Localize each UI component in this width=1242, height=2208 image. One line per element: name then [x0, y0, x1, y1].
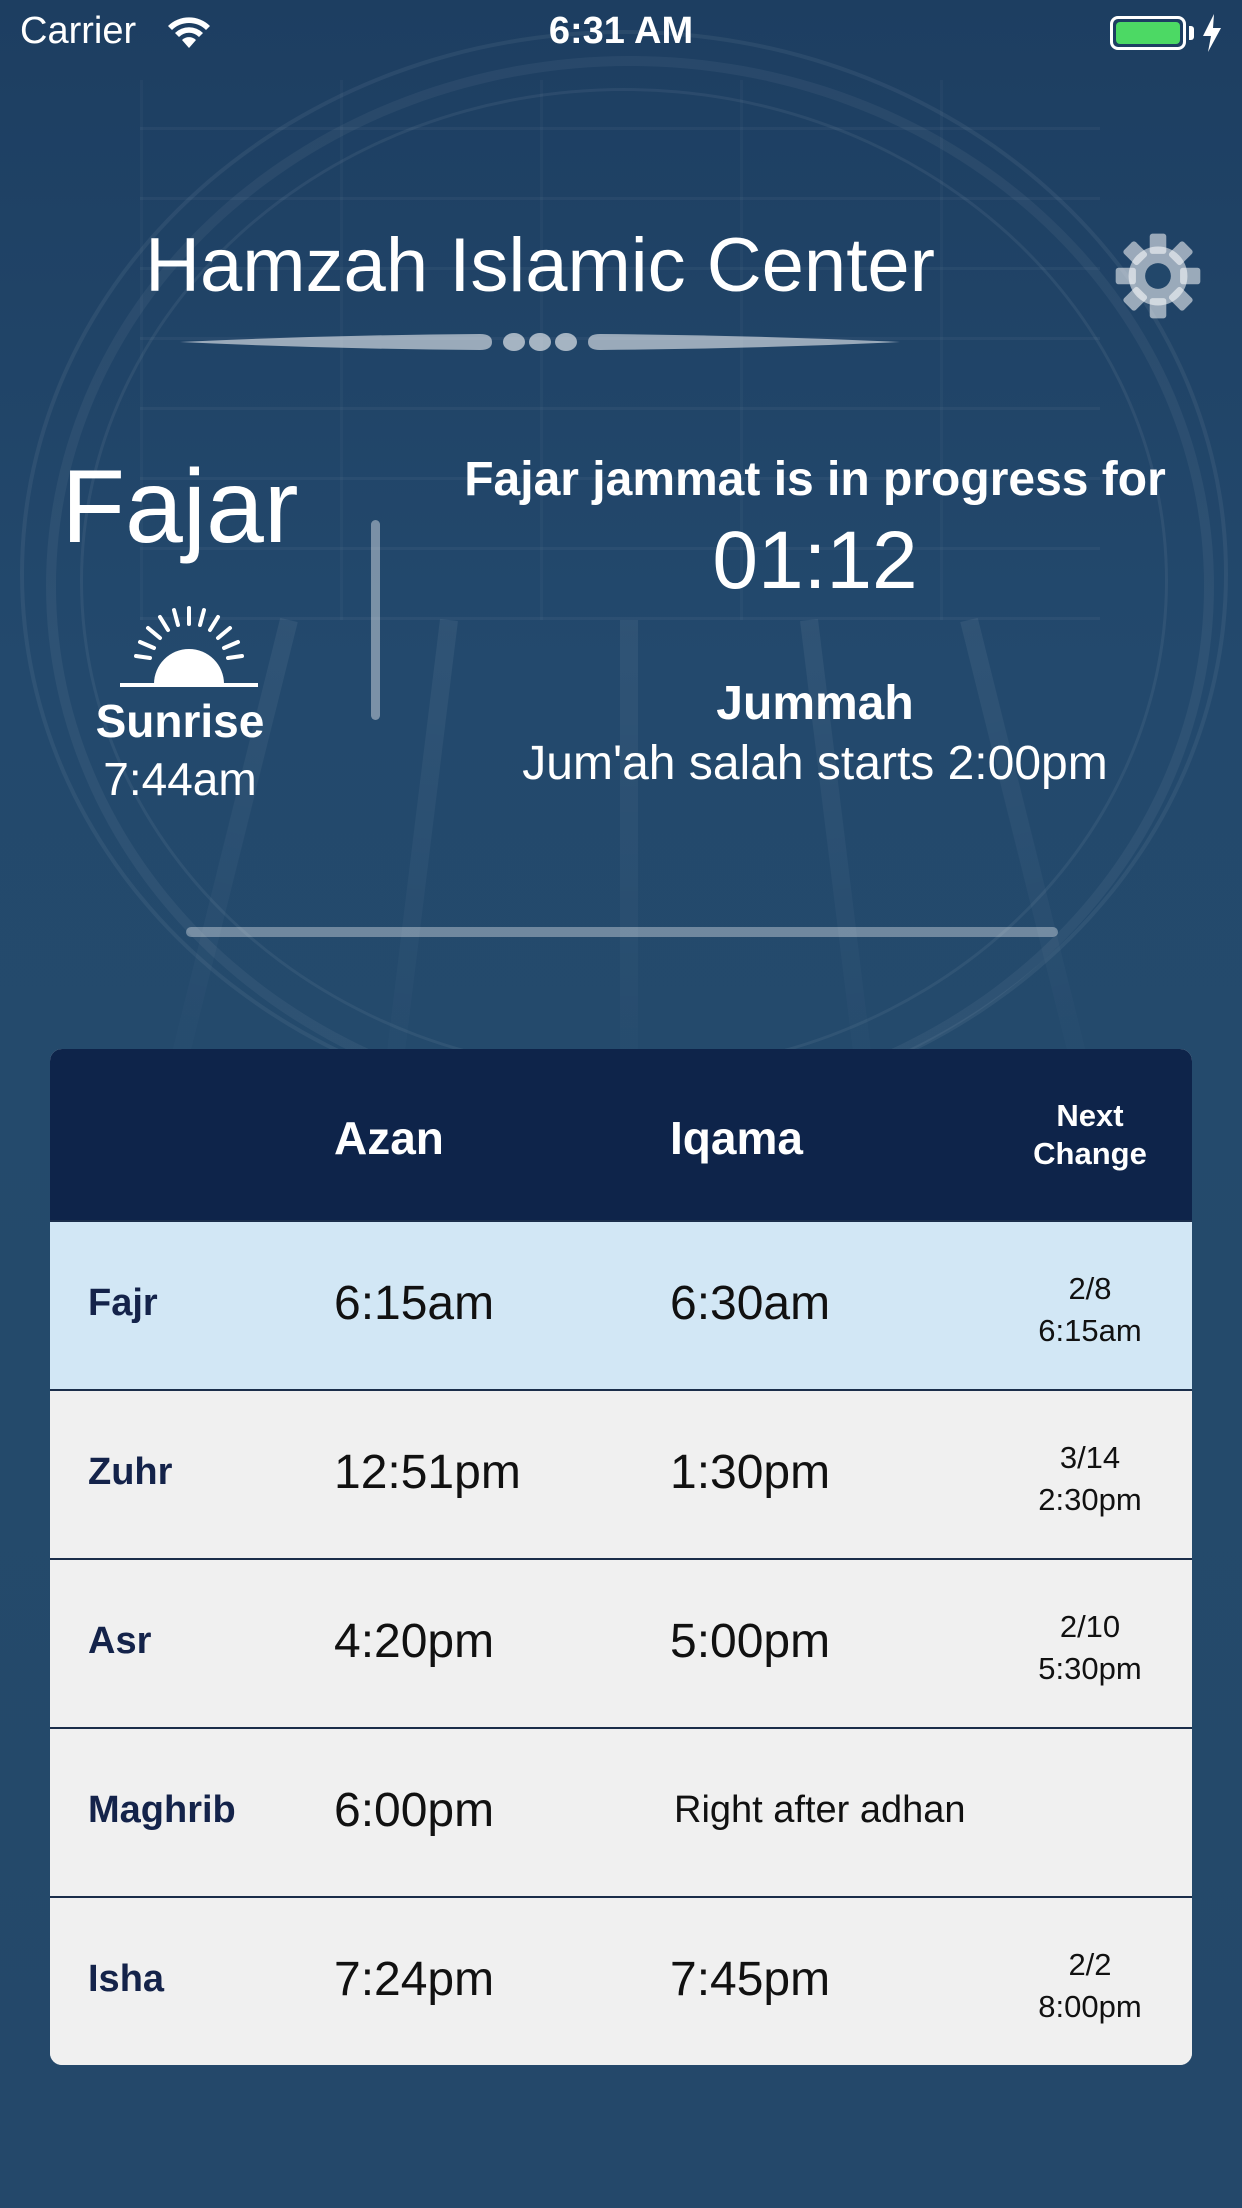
- prayer-name: Fajr: [88, 1282, 158, 1324]
- next-change: 3/14 2:30pm: [990, 1437, 1190, 1521]
- azan-time: 4:20pm: [334, 1615, 495, 1668]
- table-header: Azan Iqama Next Change: [50, 1049, 1192, 1220]
- next-change-date: 3/14: [1059, 1440, 1121, 1475]
- next-change-time: 5:30pm: [1038, 1651, 1142, 1686]
- next-change: 2/2 8:00pm: [990, 1944, 1190, 2028]
- column-header-azan: Azan: [334, 1112, 444, 1164]
- gear-icon[interactable]: [1112, 230, 1204, 322]
- jummah-info: Jum'ah salah starts 2:00pm: [522, 737, 1108, 790]
- table-row[interactable]: Zuhr 12:51pm 1:30pm 3/14 2:30pm: [50, 1389, 1192, 1558]
- azan-time: 12:51pm: [334, 1446, 521, 1499]
- iqama-note: Right after adhan: [674, 1789, 966, 1831]
- iqama-time: 1:30pm: [670, 1446, 831, 1499]
- prayer-times-table: Azan Iqama Next Change Fajr 6:15am 6:30a…: [50, 1049, 1192, 2065]
- azan-time: 7:24pm: [334, 1953, 495, 2006]
- vertical-divider: [371, 520, 380, 720]
- column-header-next-change: Next Change: [990, 1097, 1190, 1173]
- iqama-time: 5:00pm: [670, 1615, 831, 1668]
- countdown-timer: 01:12: [712, 515, 918, 606]
- column-header-iqama: Iqama: [670, 1112, 803, 1164]
- battery-level: [1116, 22, 1180, 44]
- iqama-time: 7:45pm: [670, 1953, 831, 2006]
- iqama-time: 6:30am: [670, 1277, 831, 1330]
- next-change-line-1: Next: [1056, 1098, 1124, 1133]
- charging-icon: [1203, 14, 1221, 52]
- sunrise-label: Sunrise: [95, 695, 265, 747]
- progress-text: Fajar jammat is in progress for: [464, 453, 1166, 506]
- prayer-name: Asr: [88, 1620, 152, 1662]
- battery-icon: [1110, 16, 1186, 50]
- table-row[interactable]: Maghrib 6:00pm Right after adhan: [50, 1727, 1192, 1896]
- sunrise-icon: [120, 606, 258, 687]
- page-title: Hamzah Islamic Center: [145, 223, 935, 308]
- jummah-title: Jummah: [716, 677, 914, 730]
- sunrise-time: 7:44am: [103, 753, 257, 805]
- next-change-time: 2:30pm: [1038, 1482, 1142, 1517]
- prayer-name: Maghrib: [88, 1789, 236, 1831]
- next-change-time: 8:00pm: [1038, 1989, 1142, 2024]
- prayer-name: Isha: [88, 1958, 165, 2000]
- next-change-date: 2/8: [1068, 1271, 1112, 1306]
- prayer-name: Zuhr: [88, 1451, 173, 1493]
- current-prayer-name: Fajar: [61, 449, 299, 565]
- table-row[interactable]: Asr 4:20pm 5:00pm 2/10 5:30pm: [50, 1558, 1192, 1727]
- next-change-line-2: Change: [1033, 1136, 1147, 1171]
- battery-nub: [1189, 26, 1194, 40]
- azan-time: 6:15am: [334, 1277, 495, 1330]
- next-change: 2/8 6:15am: [990, 1268, 1190, 1352]
- next-change: 2/10 5:30pm: [990, 1606, 1190, 1690]
- title-ornament: [180, 333, 900, 351]
- next-change-date: 2/10: [1059, 1609, 1121, 1644]
- status-bar: Carrier 6:31 AM: [0, 0, 1242, 66]
- horizontal-divider: [186, 927, 1058, 937]
- next-change-date: 2/2: [1068, 1947, 1112, 1982]
- table-row[interactable]: Fajr 6:15am 6:30am 2/8 6:15am: [50, 1220, 1192, 1389]
- azan-time: 6:00pm: [334, 1784, 495, 1837]
- table-row[interactable]: Isha 7:24pm 7:45pm 2/2 8:00pm: [50, 1896, 1192, 2065]
- status-time: 6:31 AM: [548, 10, 694, 52]
- next-change-time: 6:15am: [1038, 1313, 1142, 1348]
